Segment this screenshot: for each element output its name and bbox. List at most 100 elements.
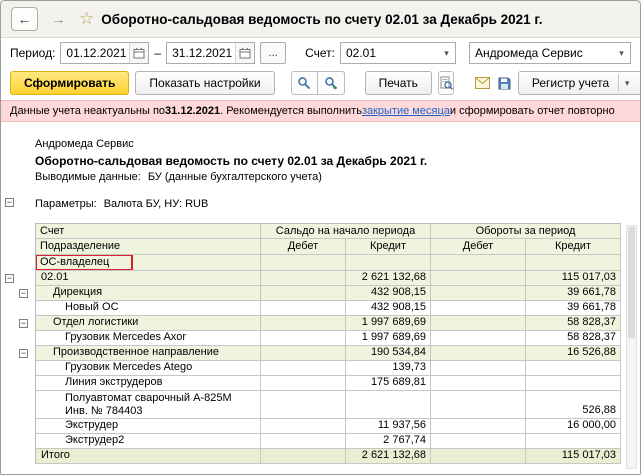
table-body: − 02.01 2 621 132,68 115 017,03 − Дирекц… <box>1 271 640 464</box>
opening-debit-cell[interactable] <box>261 331 346 346</box>
opening-credit-cell[interactable]: 139,73 <box>346 361 431 376</box>
turnover-debit-cell[interactable] <box>431 271 526 286</box>
opening-debit-cell[interactable] <box>261 316 346 331</box>
chevron-down-icon[interactable]: ▾ <box>613 48 630 59</box>
turnover-debit-cell[interactable] <box>431 419 526 434</box>
row-label-cell[interactable]: Производственное направление <box>35 346 261 361</box>
opening-credit-cell[interactable]: 432 908,15 <box>346 286 431 301</box>
turnover-debit-cell[interactable] <box>431 376 526 391</box>
row-label-cell[interactable]: Новый ОС <box>35 301 261 316</box>
save-icon[interactable] <box>497 71 512 95</box>
turnover-credit-cell[interactable] <box>526 434 621 449</box>
turnover-credit-cell[interactable] <box>526 376 621 391</box>
opening-credit-cell[interactable]: 1 997 689,69 <box>346 331 431 346</box>
row-label-cell[interactable]: Экструдер2 <box>35 434 261 449</box>
vertical-scrollbar[interactable] <box>626 225 637 469</box>
favorite-star-icon[interactable]: ☆ <box>79 7 94 31</box>
turnover-debit-cell[interactable] <box>431 316 526 331</box>
header-opening-balance: Сальдо на начало периода <box>261 223 431 239</box>
account-label: Счет: <box>305 46 335 60</box>
opening-credit-cell[interactable]: 432 908,15 <box>346 301 431 316</box>
opening-credit-cell[interactable]: 2 621 132,68 <box>346 271 431 286</box>
turnover-credit-cell[interactable]: 58 828,37 <box>526 331 621 346</box>
period-to-input[interactable]: 31.12.2021 <box>166 42 256 64</box>
opening-debit-cell[interactable] <box>261 449 346 464</box>
search-icon[interactable] <box>290 71 318 95</box>
opening-credit-cell[interactable] <box>346 391 431 419</box>
calendar-icon[interactable] <box>129 43 149 63</box>
turnover-credit-cell[interactable]: 58 828,37 <box>526 316 621 331</box>
print-button[interactable]: Печать <box>364 71 432 95</box>
row-label-cell[interactable]: Полуавтомат сварочный А-825М Инв. № 78440… <box>35 391 261 419</box>
opening-debit-cell[interactable] <box>261 346 346 361</box>
toolbar: Сформировать Показать настройки Печать Р… <box>1 68 640 98</box>
turnover-debit-cell[interactable] <box>431 346 526 361</box>
turnover-debit-cell[interactable] <box>431 301 526 316</box>
turnover-credit-cell[interactable]: 115 017,03 <box>526 449 621 464</box>
opening-debit-cell[interactable] <box>261 419 346 434</box>
report-data-line: Выводимые данные: БУ (данные бухгалтерско… <box>35 171 322 183</box>
opening-debit-cell[interactable] <box>261 434 346 449</box>
collapse-header-icon[interactable]: − <box>5 198 14 207</box>
organization-select[interactable]: Андромеда Сервис ▾ <box>469 42 631 64</box>
show-settings-button[interactable]: Показать настройки <box>135 71 275 95</box>
opening-credit-cell[interactable]: 175 689,81 <box>346 376 431 391</box>
opening-credit-cell[interactable]: 190 534,84 <box>346 346 431 361</box>
turnover-credit-cell[interactable] <box>526 361 621 376</box>
period-options-button[interactable]: ... <box>260 42 287 64</box>
report-table: Счет Сальдо на начало периода Обороты за… <box>1 223 640 464</box>
collapse-group-icon[interactable]: − <box>19 319 28 328</box>
register-button[interactable]: Регистр учета ▾ <box>517 71 640 95</box>
opening-credit-cell[interactable]: 11 937,56 <box>346 419 431 434</box>
turnover-credit-cell[interactable]: 16 526,88 <box>526 346 621 361</box>
generate-button[interactable]: Сформировать <box>10 71 130 95</box>
row-label-cell[interactable]: Грузовик Mercedes Axor <box>35 331 261 346</box>
chevron-down-icon[interactable]: ▾ <box>438 48 455 59</box>
row-label-cell[interactable]: 02.01 <box>35 271 261 286</box>
opening-debit-cell[interactable] <box>261 286 346 301</box>
turnover-debit-cell[interactable] <box>431 331 526 346</box>
row-label-cell[interactable]: Отдел логистики <box>35 316 261 331</box>
opening-debit-cell[interactable] <box>261 301 346 316</box>
collapse-group-icon[interactable]: − <box>19 349 28 358</box>
turnover-credit-cell[interactable]: 526,88 <box>526 391 621 419</box>
search-next-icon[interactable] <box>317 71 345 95</box>
row-label-cell[interactable]: Экструдер <box>35 419 261 434</box>
turnover-debit-cell[interactable] <box>431 286 526 301</box>
opening-credit-cell[interactable]: 2 621 132,68 <box>346 449 431 464</box>
collapse-group-icon[interactable]: − <box>5 274 14 283</box>
turnover-credit-cell[interactable]: 16 000,00 <box>526 419 621 434</box>
period-from-input[interactable]: 01.12.2021 <box>60 42 150 64</box>
opening-debit-cell[interactable] <box>261 391 346 419</box>
row-label-cell[interactable]: Итого <box>35 449 261 464</box>
forward-button[interactable]: → <box>45 7 72 31</box>
scrollbar-thumb[interactable] <box>628 227 635 339</box>
collapse-group-icon[interactable]: − <box>19 289 28 298</box>
turnover-credit-cell[interactable]: 39 661,78 <box>526 301 621 316</box>
table-row: Новый ОС 432 908,15 39 661,78 <box>1 301 640 316</box>
account-select[interactable]: 02.01 ▾ <box>340 42 456 64</box>
turnover-debit-cell[interactable] <box>431 391 526 419</box>
turnover-debit-cell[interactable] <box>431 449 526 464</box>
row-label-cell[interactable]: Линия экструдеров <box>35 376 261 391</box>
opening-credit-cell[interactable]: 1 997 689,69 <box>346 316 431 331</box>
print-preview-icon[interactable] <box>437 71 454 95</box>
close-month-link[interactable]: закрытие месяца <box>362 105 450 117</box>
email-icon[interactable] <box>474 71 491 95</box>
chevron-down-icon[interactable]: ▾ <box>618 74 635 92</box>
back-button[interactable]: ← <box>11 7 38 31</box>
turnover-credit-cell[interactable]: 39 661,78 <box>526 286 621 301</box>
opening-debit-cell[interactable] <box>261 361 346 376</box>
opening-debit-cell[interactable] <box>261 376 346 391</box>
filter-bar: Период: 01.12.2021 – 31.12.2021 ... Счет… <box>1 38 640 68</box>
opening-debit-cell[interactable] <box>261 271 346 286</box>
table-row: Полуавтомат сварочный А-825М Инв. № 78440… <box>1 391 640 419</box>
turnover-debit-cell[interactable] <box>431 361 526 376</box>
turnover-credit-cell[interactable]: 115 017,03 <box>526 271 621 286</box>
row-label-cell[interactable]: Дирекция <box>35 286 261 301</box>
opening-credit-cell[interactable]: 2 767,74 <box>346 434 431 449</box>
calendar-icon[interactable] <box>235 43 255 63</box>
turnover-debit-cell[interactable] <box>431 434 526 449</box>
row-label-cell[interactable]: Грузовик Mercedes Atego <box>35 361 261 376</box>
header-debit: Дебет <box>431 239 526 255</box>
